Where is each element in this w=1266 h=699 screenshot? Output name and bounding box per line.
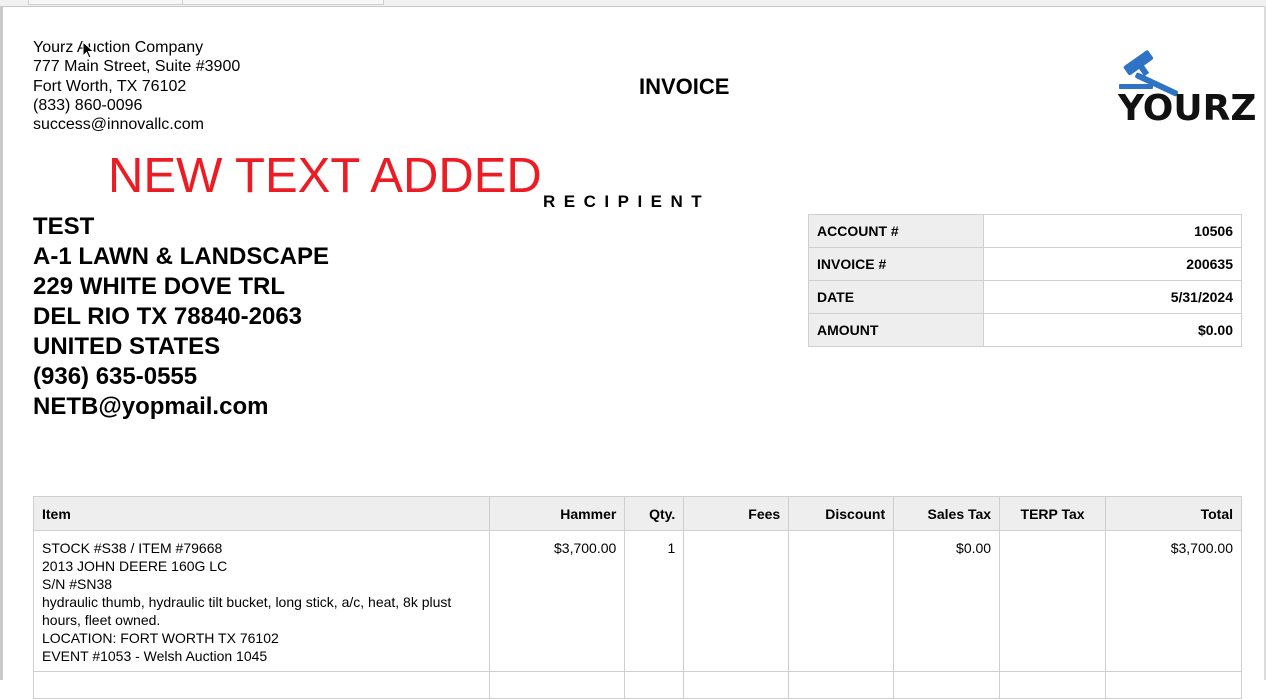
table-cell xyxy=(683,671,790,699)
item-details: hydraulic thumb, hydraulic tilt bucket, … xyxy=(42,594,452,628)
summary-value: 5/31/2024 xyxy=(983,280,1242,314)
column-header-item: Item xyxy=(32,496,491,531)
recipient-email: NETB@yopmail.com xyxy=(33,393,269,420)
browser-tab-strip xyxy=(0,0,1266,7)
summary-row: DATE 5/31/2024 xyxy=(808,280,1242,314)
company-phone: (833) 860-0096 xyxy=(33,96,143,114)
summary-label: AMOUNT xyxy=(808,313,984,347)
summary-row: ACCOUNT # 10506 xyxy=(808,214,1242,248)
summary-label: INVOICE # xyxy=(808,247,984,281)
recipient-name: TEST xyxy=(33,213,95,240)
table-cell xyxy=(788,671,895,699)
recipient-city-state-zip: DEL RIO TX 78840-2063 xyxy=(33,303,303,330)
summary-label: DATE xyxy=(808,280,984,314)
column-header-sales-tax: Sales Tax xyxy=(893,496,1001,531)
column-header-fees: Fees xyxy=(683,496,790,531)
column-header-discount: Discount xyxy=(788,496,895,531)
company-name: Yourz Auction Company xyxy=(33,39,204,56)
summary-row: INVOICE # 200635 xyxy=(808,247,1242,281)
table-cell xyxy=(489,671,626,699)
item-discount xyxy=(788,530,895,672)
logo-wordmark: YOURZ xyxy=(1118,88,1257,129)
column-header-total: Total xyxy=(1105,496,1242,531)
column-header-hammer: Hammer xyxy=(489,496,626,531)
recipient-street: 229 WHITE DOVE TRL xyxy=(33,273,286,300)
browser-tab[interactable] xyxy=(28,0,200,5)
page-left-border xyxy=(0,6,3,680)
summary-value: 200635 xyxy=(983,247,1242,281)
column-header-qty: Qty. xyxy=(624,496,685,531)
table-cell xyxy=(999,671,1107,699)
item-serial: S/N #SN38 xyxy=(42,576,113,592)
recipient-block: TEST A-1 LAWN & LANDSCAPE 229 WHITE DOVE… xyxy=(33,212,329,422)
line-items-table: Item Hammer Qty. Fees Discount Sales Tax… xyxy=(32,496,1242,699)
table-cell xyxy=(1105,671,1242,699)
recipient-heading: RECIPIENT xyxy=(543,192,711,211)
item-terp-tax xyxy=(999,530,1107,672)
recipient-phone: (936) 635-0555 xyxy=(33,363,198,390)
summary-value: $0.00 xyxy=(983,313,1242,347)
item-location: LOCATION: FORT WORTH TX 76102 xyxy=(42,630,279,646)
summary-value: 10506 xyxy=(983,214,1242,248)
item-event: EVENT #1053 - Welsh Auction 1045 xyxy=(42,648,268,664)
table-row xyxy=(32,671,1242,699)
item-sales-tax: $0.00 xyxy=(893,530,1001,672)
item-qty: 1 xyxy=(624,530,685,672)
added-text-annotation[interactable]: NEW TEXT ADDED xyxy=(108,148,542,204)
mouse-cursor-icon xyxy=(82,41,95,59)
company-email: success@innovallc.com xyxy=(33,116,204,134)
column-header-terp-tax: TERP Tax xyxy=(999,496,1107,531)
table-header-row: Item Hammer Qty. Fees Discount Sales Tax… xyxy=(32,496,1242,531)
company-address-line1: 777 Main Street, Suite #3900 xyxy=(33,58,241,76)
browser-tab[interactable] xyxy=(182,0,384,5)
summary-row: AMOUNT $0.00 xyxy=(808,313,1242,347)
invoice-title: INVOICE xyxy=(639,74,730,99)
item-description: STOCK #S38 / ITEM #79668 2013 JOHN DEERE… xyxy=(32,530,491,672)
item-hammer: $3,700.00 xyxy=(489,530,626,672)
company-info: Yourz Auction Company 777 Main Street, S… xyxy=(33,38,240,134)
recipient-country: UNITED STATES xyxy=(33,333,221,360)
table-cell xyxy=(893,671,1001,699)
item-model: 2013 JOHN DEERE 160G LC xyxy=(42,558,228,574)
table-row: STOCK #S38 / ITEM #79668 2013 JOHN DEERE… xyxy=(32,530,1242,672)
summary-label: ACCOUNT # xyxy=(808,214,984,248)
table-cell xyxy=(624,671,685,699)
item-fees xyxy=(683,530,790,672)
item-total: $3,700.00 xyxy=(1105,530,1242,672)
table-cell xyxy=(32,671,491,699)
item-stock: STOCK #S38 / ITEM #79668 xyxy=(42,540,223,556)
invoice-summary-table: ACCOUNT # 10506 INVOICE # 200635 DATE 5/… xyxy=(808,214,1242,347)
company-address-line2: Fort Worth, TX 76102 xyxy=(33,77,187,95)
recipient-business: A-1 LAWN & LANDSCAPE xyxy=(33,243,330,270)
